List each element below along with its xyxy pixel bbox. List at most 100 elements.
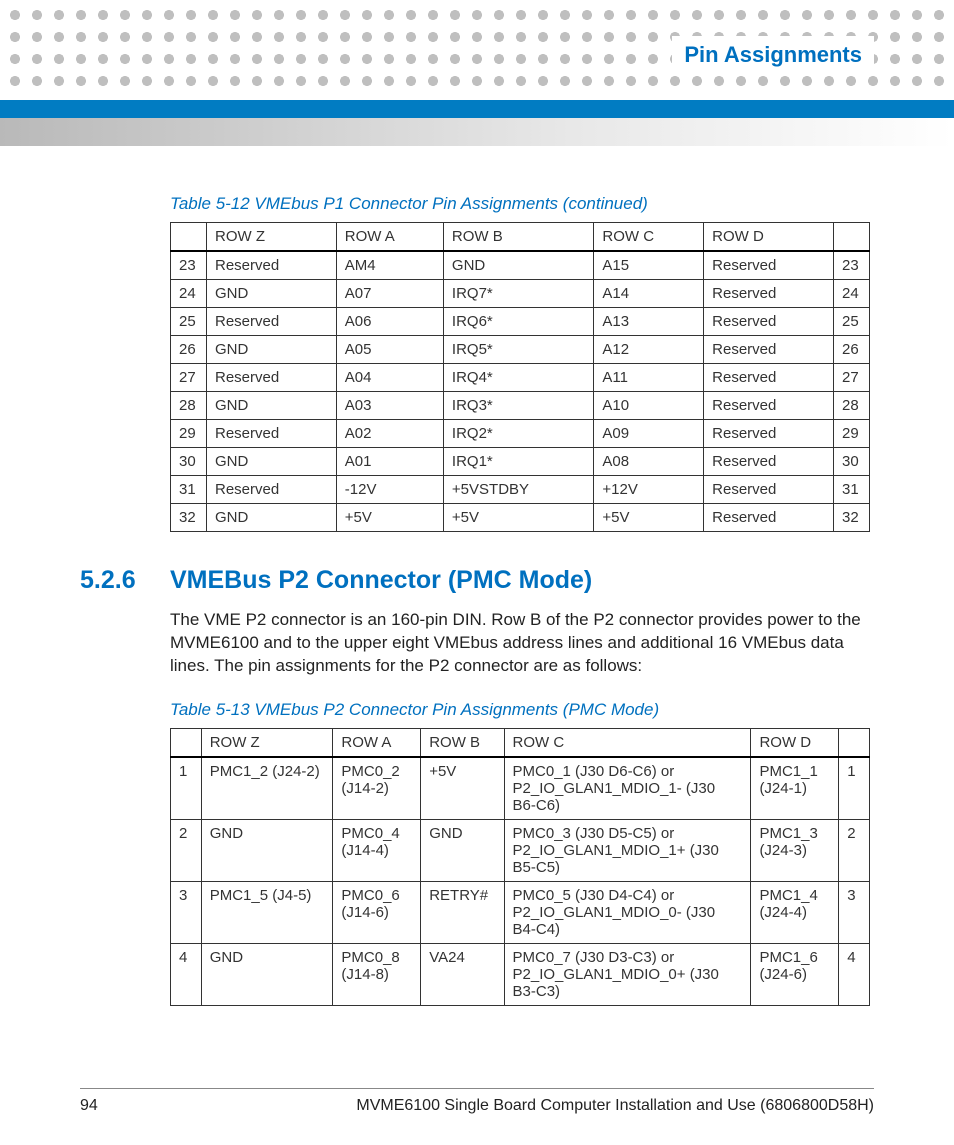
table-cell: A08: [594, 448, 704, 476]
table-cell: Reserved: [704, 476, 834, 504]
table-cell: 1: [171, 757, 202, 820]
table-cell: PMC1_4 (J24-4): [751, 881, 839, 943]
page-number: 94: [80, 1097, 98, 1115]
table-cell: A01: [336, 448, 443, 476]
table2-header-cell: ROW Z: [201, 728, 333, 757]
table-cell: GND: [201, 943, 333, 1005]
table-cell: 31: [171, 476, 207, 504]
table2-caption: Table 5-13 VMEbus P2 Connector Pin Assig…: [170, 700, 874, 720]
table-cell: 28: [171, 392, 207, 420]
table2-header-cell: ROW B: [421, 728, 504, 757]
table-cell: GND: [207, 448, 337, 476]
table-cell: PMC1_5 (J4-5): [201, 881, 333, 943]
table-cell: 27: [834, 364, 870, 392]
table-cell: A03: [336, 392, 443, 420]
table-cell: PMC0_3 (J30 D5-C5) or P2_IO_GLAN1_MDIO_1…: [504, 819, 751, 881]
table-cell: Reserved: [207, 308, 337, 336]
document-title: MVME6100 Single Board Computer Installat…: [356, 1097, 874, 1115]
table-cell: 32: [171, 504, 207, 532]
table-row: 1PMC1_2 (J24-2)PMC0_2 (J14-2)+5VPMC0_1 (…: [171, 757, 870, 820]
table-row: 30GNDA01IRQ1*A08Reserved30: [171, 448, 870, 476]
header-gray-gradient: [0, 118, 954, 146]
table-cell: A14: [594, 280, 704, 308]
table-cell: Reserved: [704, 251, 834, 280]
table-cell: PMC1_2 (J24-2): [201, 757, 333, 820]
table-cell: +5VSTDBY: [443, 476, 593, 504]
table1-header-cell: [171, 223, 207, 252]
table-cell: 24: [834, 280, 870, 308]
table1-header-cell: ROW Z: [207, 223, 337, 252]
table-cell: AM4: [336, 251, 443, 280]
table1-header-cell: ROW D: [704, 223, 834, 252]
table-cell: 25: [834, 308, 870, 336]
table-cell: 25: [171, 308, 207, 336]
table-cell: +5V: [594, 504, 704, 532]
header-blue-bar: [0, 100, 954, 118]
table-cell: +5V: [336, 504, 443, 532]
table-cell: Reserved: [704, 504, 834, 532]
page-header: Pin Assignments: [0, 0, 954, 160]
table-cell: -12V: [336, 476, 443, 504]
table-row: 28GNDA03IRQ3*A10Reserved28: [171, 392, 870, 420]
table-cell: Reserved: [207, 364, 337, 392]
table-cell: GND: [207, 392, 337, 420]
section-title: VMEBus P2 Connector (PMC Mode): [170, 566, 592, 595]
table-cell: 30: [834, 448, 870, 476]
section-heading: 5.2.6 VMEBus P2 Connector (PMC Mode): [80, 566, 874, 595]
table-cell: 26: [834, 336, 870, 364]
table-cell: PMC1_6 (J24-6): [751, 943, 839, 1005]
table-cell: GND: [443, 251, 593, 280]
table-cell: 30: [171, 448, 207, 476]
table-p1-pin-assignments: ROW Z ROW A ROW B ROW C ROW D 23Reserved…: [170, 222, 870, 532]
page-content: Table 5-12 VMEbus P1 Connector Pin Assig…: [0, 160, 954, 1006]
table-cell: PMC0_1 (J30 D6-C6) or P2_IO_GLAN1_MDIO_1…: [504, 757, 751, 820]
table-cell: +5V: [443, 504, 593, 532]
table-cell: 3: [839, 881, 870, 943]
table-row: 29ReservedA02IRQ2*A09Reserved29: [171, 420, 870, 448]
table2-header-cell: [839, 728, 870, 757]
table-cell: A02: [336, 420, 443, 448]
table-cell: 29: [171, 420, 207, 448]
table-cell: A04: [336, 364, 443, 392]
table-row: 25ReservedA06IRQ6*A13Reserved25: [171, 308, 870, 336]
table-cell: 24: [171, 280, 207, 308]
table1-header-cell: ROW B: [443, 223, 593, 252]
table-cell: A15: [594, 251, 704, 280]
table1-header-cell: ROW A: [336, 223, 443, 252]
header-title: Pin Assignments: [672, 36, 874, 74]
table-cell: IRQ4*: [443, 364, 593, 392]
table1-caption: Table 5-12 VMEbus P1 Connector Pin Assig…: [170, 194, 874, 214]
table-cell: PMC1_1 (J24-1): [751, 757, 839, 820]
table-cell: PMC1_3 (J24-3): [751, 819, 839, 881]
table-cell: Reserved: [704, 392, 834, 420]
table-cell: GND: [207, 280, 337, 308]
table-cell: IRQ3*: [443, 392, 593, 420]
table-cell: A07: [336, 280, 443, 308]
table-cell: 28: [834, 392, 870, 420]
table-cell: Reserved: [704, 448, 834, 476]
table2-header-cell: [171, 728, 202, 757]
table1-header-cell: ROW C: [594, 223, 704, 252]
table-cell: A11: [594, 364, 704, 392]
table-p2-pin-assignments: ROW Z ROW A ROW B ROW C ROW D 1PMC1_2 (J…: [170, 728, 870, 1006]
table-cell: 26: [171, 336, 207, 364]
table-cell: Reserved: [704, 280, 834, 308]
table-cell: PMC0_7 (J30 D3-C3) or P2_IO_GLAN1_MDIO_0…: [504, 943, 751, 1005]
table2-header-cell: ROW A: [333, 728, 421, 757]
table-row: 23ReservedAM4GNDA15Reserved23: [171, 251, 870, 280]
table-row: 32GND+5V+5V+5VReserved32: [171, 504, 870, 532]
table-cell: 23: [834, 251, 870, 280]
table-row: 27ReservedA04IRQ4*A11Reserved27: [171, 364, 870, 392]
table-cell: 3: [171, 881, 202, 943]
table-cell: IRQ1*: [443, 448, 593, 476]
table-row: 2GNDPMC0_4 (J14-4)GNDPMC0_3 (J30 D5-C5) …: [171, 819, 870, 881]
table-cell: A10: [594, 392, 704, 420]
table2-header-cell: ROW C: [504, 728, 751, 757]
table-cell: 23: [171, 251, 207, 280]
table-row: 31Reserved-12V+5VSTDBY+12VReserved31: [171, 476, 870, 504]
table-row: 24GNDA07IRQ7*A14Reserved24: [171, 280, 870, 308]
table-cell: Reserved: [704, 336, 834, 364]
table-cell: IRQ5*: [443, 336, 593, 364]
table-cell: 4: [171, 943, 202, 1005]
table-cell: 27: [171, 364, 207, 392]
